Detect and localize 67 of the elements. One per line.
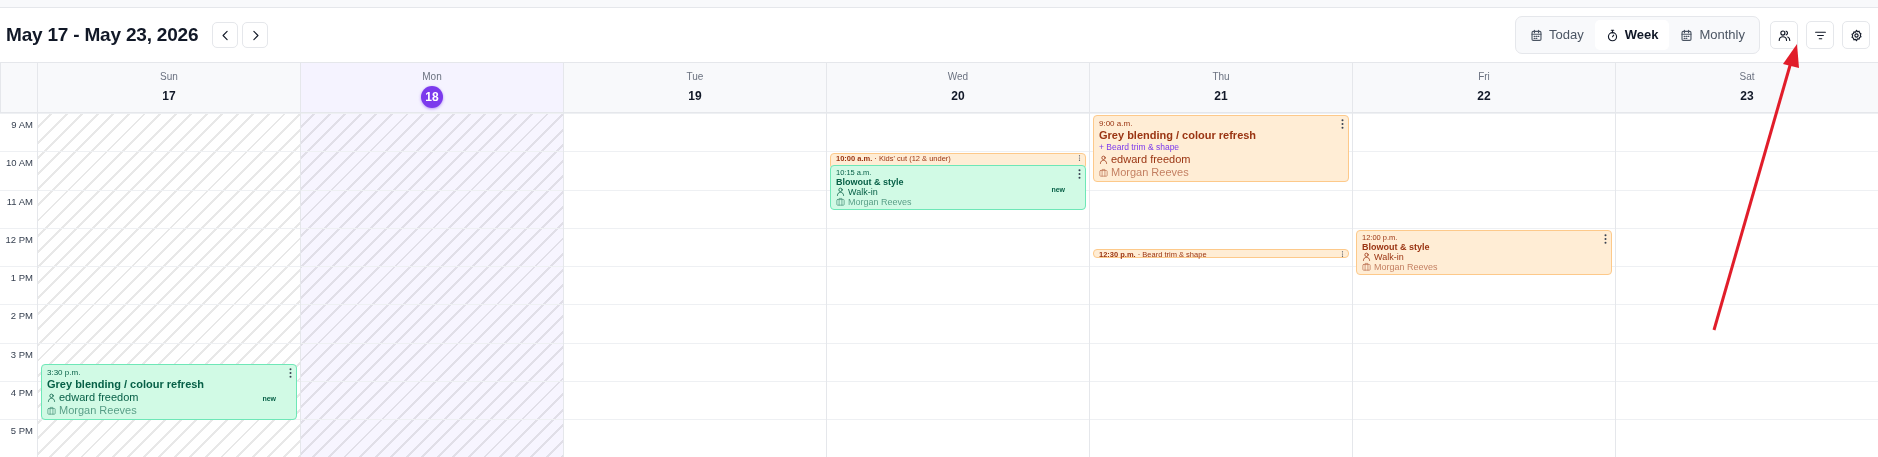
- settings-button[interactable]: [1842, 21, 1870, 49]
- calendar-icon: [1680, 28, 1694, 42]
- hour-label: 10 AM: [0, 151, 37, 190]
- view-tab[interactable]: Week: [1594, 20, 1670, 50]
- weekday-label: Fri: [1478, 70, 1490, 84]
- view-tab[interactable]: Today: [1519, 20, 1595, 50]
- briefcase-icon: [1099, 168, 1108, 177]
- hour-label: 2 PM: [0, 304, 37, 343]
- weekday-label: Tue: [686, 70, 704, 84]
- date-number: 21: [1214, 88, 1228, 105]
- staff-name: Morgan Reeves: [59, 403, 137, 417]
- briefcase-icon: [1362, 262, 1371, 272]
- more-menu-icon[interactable]: [1341, 119, 1344, 129]
- calendar-icon: [1530, 28, 1544, 42]
- person-icon: [47, 392, 56, 402]
- person-icon: [1362, 252, 1371, 262]
- client-name: edward freedom: [1111, 153, 1191, 166]
- appointment-title: Blowout & style: [836, 176, 905, 187]
- extra-service: + Beard trim & shape: [1099, 142, 1181, 153]
- weekday-label: Sun: [160, 70, 178, 84]
- briefcase-icon: [47, 405, 56, 415]
- next-week-button[interactable]: [242, 22, 269, 48]
- hour-label: 4 PM: [0, 381, 37, 420]
- client-name: Walk-in: [1374, 251, 1404, 262]
- date-range-title: May 17 - May 23, 2026: [6, 23, 199, 47]
- more-menu-icon[interactable]: [1604, 233, 1607, 244]
- date-number: 19: [688, 88, 702, 105]
- more-menu-icon[interactable]: [1078, 155, 1081, 162]
- appointment-title: Grey blending / colour refresh: [1099, 129, 1258, 142]
- hour-label: 1 PM: [0, 266, 37, 305]
- staff-name: Morgan Reeves: [848, 196, 912, 207]
- staff-name: Morgan Reeves: [1111, 166, 1189, 179]
- date-number: 23: [1740, 88, 1754, 105]
- hour-label: 5 PM: [0, 419, 37, 457]
- previous-week-button[interactable]: [212, 22, 239, 48]
- date-number: 22: [1477, 88, 1491, 105]
- date-number: 20: [951, 88, 965, 105]
- person-icon: [1099, 155, 1108, 164]
- client-name: edward freedom: [59, 390, 139, 404]
- appointment-card[interactable]: 9:00 a.m. Grey blending / colour refresh + Beard trim & shape edward freedom Morgan Reeves: [1093, 115, 1349, 182]
- appointment-time: 9:00 a.m.: [1099, 118, 1134, 129]
- hour-label: 12 PM: [0, 227, 37, 267]
- weekday-label: Mon: [422, 70, 442, 84]
- weekday-label: Thu: [1212, 70, 1230, 84]
- staff-button[interactable]: [1770, 21, 1798, 49]
- appointment-title: Blowout & style: [1362, 241, 1431, 252]
- view-tab[interactable]: Monthly: [1669, 20, 1756, 50]
- hour-label: 9 AM: [0, 113, 37, 152]
- hour-label: 11 AM: [0, 189, 37, 228]
- staff-name: Morgan Reeves: [1374, 261, 1438, 272]
- more-menu-icon[interactable]: [289, 367, 292, 378]
- hour-label: 3 PM: [0, 342, 37, 382]
- appointment-title: Grey blending / colour refresh: [47, 377, 206, 391]
- date-number: 17: [162, 88, 176, 105]
- more-menu-icon[interactable]: [1078, 168, 1081, 179]
- more-menu-icon[interactable]: [1341, 251, 1344, 258]
- appointment-time: 3:30 p.m.: [47, 366, 82, 378]
- stopwatch-icon: [1605, 28, 1619, 42]
- today-date-badge: 18: [421, 86, 443, 108]
- people-icon: [1777, 28, 1791, 42]
- weekday-label: Wed: [947, 70, 969, 84]
- filter-button[interactable]: [1806, 21, 1834, 49]
- client-name: Walk-in: [848, 186, 878, 197]
- weekday-label: Sat: [1739, 70, 1755, 84]
- person-icon: [836, 187, 845, 197]
- settings-icon: [1849, 28, 1863, 42]
- briefcase-icon: [836, 197, 845, 207]
